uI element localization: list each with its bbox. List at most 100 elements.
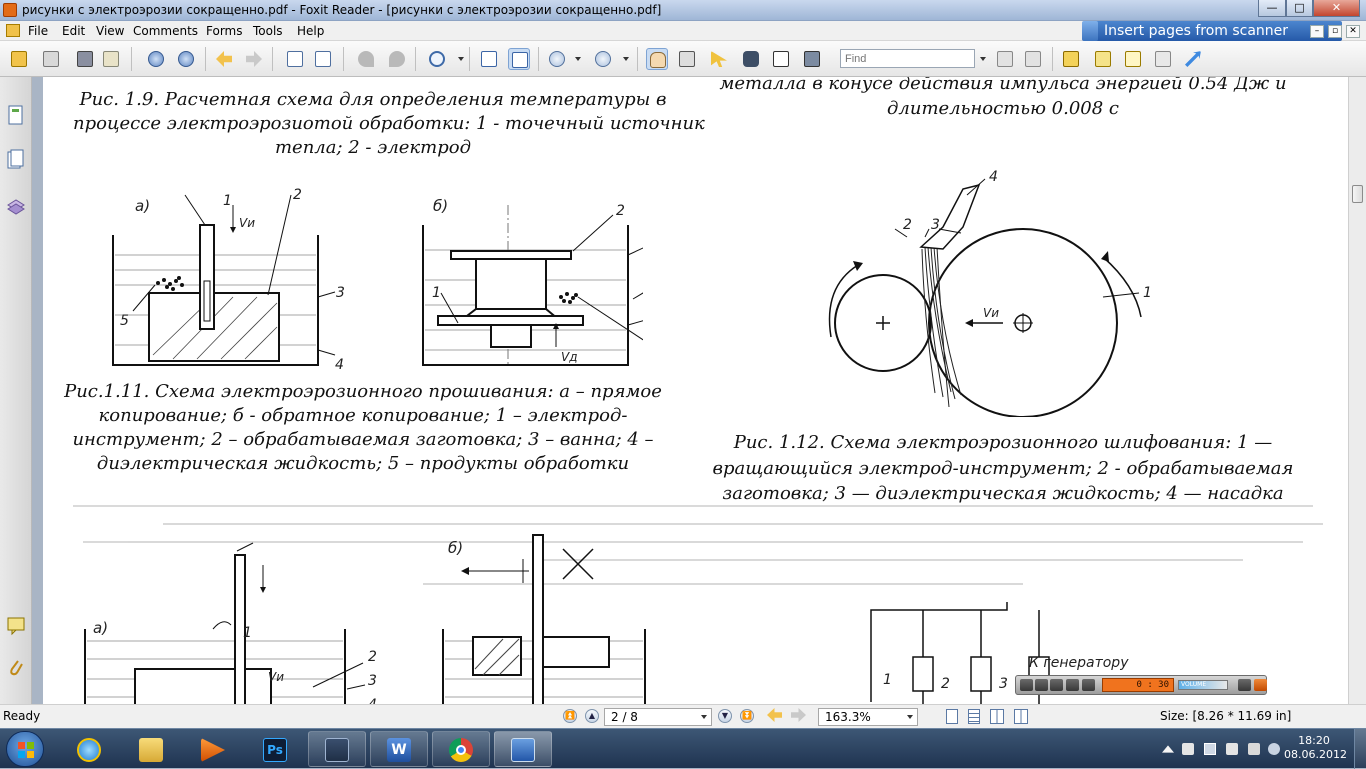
back-button[interactable]	[213, 48, 235, 70]
action-center-icon[interactable]	[1226, 743, 1238, 755]
taskbar-foxit-reader[interactable]	[494, 731, 552, 767]
zoom-dropdown-arrow[interactable]	[458, 57, 464, 61]
show-hidden-icons-icon[interactable]	[1162, 745, 1174, 753]
find-previous-button[interactable]	[994, 48, 1016, 70]
maximize-button[interactable]: □	[1286, 0, 1313, 17]
start-button[interactable]	[6, 731, 44, 767]
go-back-button[interactable]	[766, 706, 784, 724]
panel-splitter[interactable]	[32, 77, 43, 704]
textbox-tool-button[interactable]	[1122, 48, 1144, 70]
last-page-button[interactable]: ⏬	[740, 709, 754, 723]
typewriter-button[interactable]	[770, 48, 792, 70]
doc-restore-button[interactable]: ▫	[1328, 25, 1342, 38]
insert-pages-from-scanner-button[interactable]: Insert pages from scanner	[1082, 21, 1342, 41]
show-desktop-button[interactable]	[1354, 729, 1366, 769]
vertical-scrollbar[interactable]	[1348, 77, 1366, 704]
zoom-in-button[interactable]	[592, 48, 614, 70]
open-button[interactable]	[8, 48, 30, 70]
taskbar-internet-explorer[interactable]	[60, 731, 118, 767]
player-next-button[interactable]	[1082, 679, 1095, 691]
comments-tab[interactable]	[6, 615, 26, 637]
player-pause-button[interactable]	[1035, 679, 1048, 691]
note-tool-button[interactable]	[1060, 48, 1082, 70]
fit-page-button[interactable]	[508, 48, 530, 70]
taskbar-word[interactable]: W	[370, 731, 428, 767]
fig111-caption-line3: инструмент; 2 – обрабатываемая заготовка…	[72, 429, 654, 450]
previous-page-button[interactable]	[145, 48, 167, 70]
pencil-tool-button[interactable]	[1152, 48, 1174, 70]
attachments-tab[interactable]	[6, 657, 26, 679]
doc-close-button[interactable]: ✕	[1346, 25, 1360, 38]
single-page-view-icon[interactable]	[946, 709, 958, 724]
highlight-tool-button[interactable]	[1092, 48, 1114, 70]
player-stop-button[interactable]	[1066, 679, 1079, 691]
continuous-facing-view-icon[interactable]	[1014, 709, 1028, 724]
undo-button[interactable]	[355, 48, 377, 70]
pages-tab[interactable]	[6, 149, 26, 171]
menu-forms[interactable]: Forms	[206, 24, 242, 38]
facing-view-icon[interactable]	[990, 709, 1004, 724]
prev-page-button[interactable]: ▲	[585, 709, 599, 723]
taskbar-file-explorer[interactable]	[122, 731, 180, 767]
find-dropdown-arrow[interactable]	[980, 57, 986, 61]
player-close-button[interactable]	[1254, 679, 1267, 691]
page-number-field[interactable]: 2 / 8	[604, 708, 712, 726]
zoom-in-dropdown-arrow[interactable]	[623, 57, 629, 61]
select-text-button[interactable]	[676, 48, 698, 70]
player-volume-slider[interactable]: VOLUME	[1178, 680, 1228, 690]
redo-button[interactable]	[386, 48, 408, 70]
find-input[interactable]	[840, 49, 975, 68]
close-button[interactable]: ✕	[1313, 0, 1360, 17]
menu-view[interactable]: View	[96, 24, 124, 38]
insert-page-button[interactable]	[284, 48, 306, 70]
menu-tools[interactable]: Tools	[253, 24, 283, 38]
print-button[interactable]	[74, 48, 96, 70]
next-page-button[interactable]	[175, 48, 197, 70]
document-icon[interactable]	[6, 24, 20, 37]
player-minus-button[interactable]	[1238, 679, 1251, 691]
taskbar-media-player[interactable]	[184, 731, 242, 767]
layers-tab[interactable]	[6, 195, 26, 217]
save-button[interactable]	[40, 48, 62, 70]
next-page-status-button[interactable]: ▼	[718, 709, 732, 723]
menu-help[interactable]: Help	[297, 24, 324, 38]
taskbar-photoshop[interactable]: Ps	[246, 731, 304, 767]
zoom-out-dropdown-arrow[interactable]	[575, 57, 581, 61]
select-annotation-button[interactable]	[708, 48, 730, 70]
find-tool-button[interactable]	[740, 48, 762, 70]
find-next-button[interactable]	[1022, 48, 1044, 70]
menu-file[interactable]: File	[28, 24, 48, 38]
hand-tool-button[interactable]	[646, 48, 668, 70]
player-play-button[interactable]	[1050, 679, 1063, 691]
foxit-app-icon[interactable]	[3, 3, 17, 17]
fig19-caption-line1: Рис. 1.9. Расчетная схема для определени…	[79, 89, 667, 110]
battery-icon[interactable]	[1248, 743, 1260, 755]
bookmarks-tab[interactable]	[6, 105, 26, 127]
textbox-icon	[1125, 51, 1141, 67]
taskbar-chrome[interactable]	[432, 731, 490, 767]
menu-comments[interactable]: Comments	[133, 24, 198, 38]
document-view[interactable]: Рис. 1.9. Расчетная схема для определени…	[43, 77, 1348, 704]
zoom-tool-button[interactable]	[426, 48, 448, 70]
zoom-field[interactable]: 163.3%	[818, 708, 918, 726]
clock[interactable]: 18:20 08.06.2012	[1284, 734, 1347, 762]
forward-button[interactable]	[243, 48, 265, 70]
arrow-tool-button[interactable]	[1182, 48, 1204, 70]
minimize-button[interactable]: —	[1258, 0, 1286, 17]
taskbar-save-app[interactable]	[308, 731, 366, 767]
continuous-view-icon[interactable]	[968, 709, 980, 724]
extract-page-button[interactable]	[312, 48, 334, 70]
zoom-out-button[interactable]	[546, 48, 568, 70]
scrollbar-thumb[interactable]	[1352, 185, 1363, 203]
player-prev-button[interactable]	[1020, 679, 1033, 691]
language-icon[interactable]	[1268, 743, 1280, 755]
first-page-button[interactable]: ⏫	[563, 709, 577, 723]
doc-minimize-button[interactable]: –	[1310, 25, 1324, 38]
volume-icon[interactable]	[1182, 743, 1194, 755]
network-icon[interactable]	[1204, 743, 1216, 755]
actual-size-button[interactable]	[478, 48, 500, 70]
email-button[interactable]	[100, 48, 122, 70]
menu-edit[interactable]: Edit	[62, 24, 85, 38]
go-forward-button[interactable]	[790, 706, 808, 724]
snapshot-button[interactable]	[801, 48, 823, 70]
